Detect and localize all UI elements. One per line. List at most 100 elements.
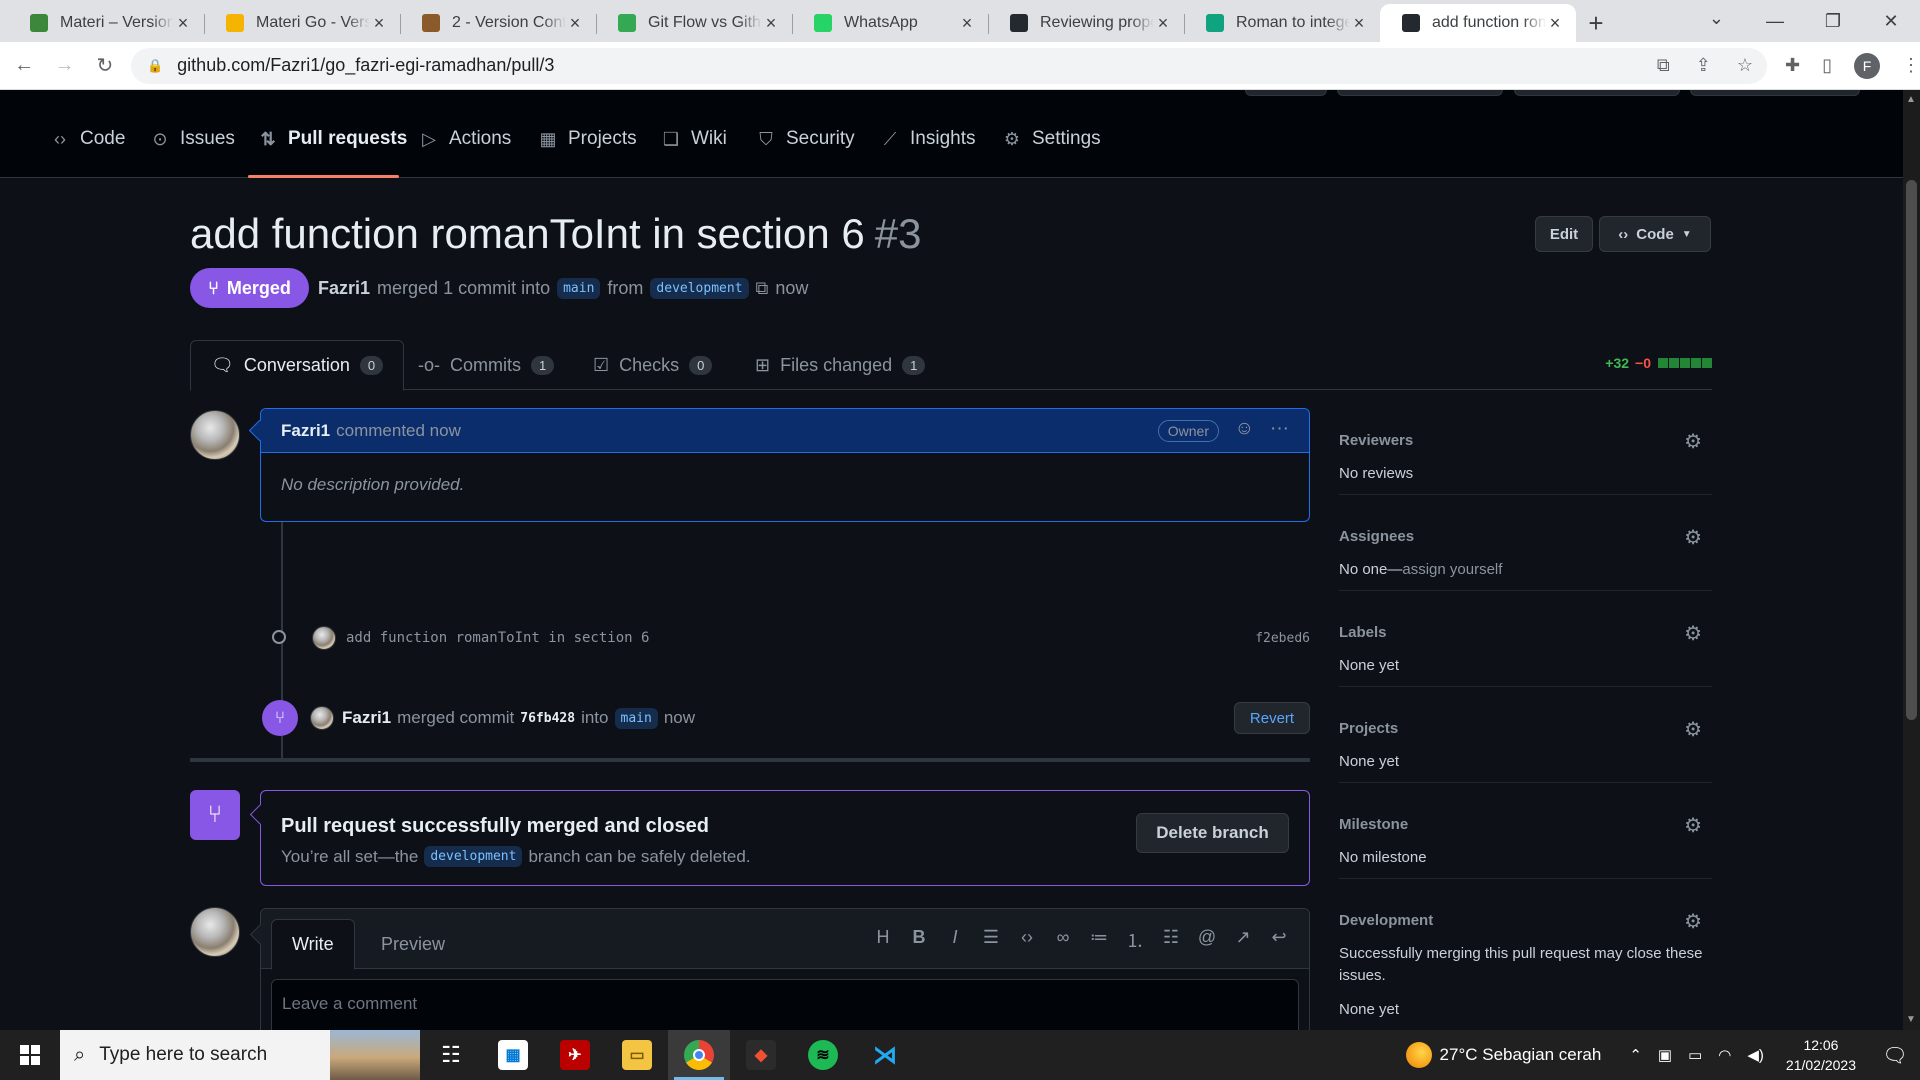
browser-tab[interactable]: 2 - Version Control× — [400, 4, 596, 42]
base-branch[interactable]: main — [614, 707, 658, 729]
nav-wiki[interactable]: ❑ Wiki — [661, 128, 727, 150]
cross-reference-icon[interactable]: ↗ — [1233, 927, 1253, 953]
task-list-icon[interactable]: ☷ — [1161, 927, 1181, 953]
gear-icon[interactable]: ⚙ — [1684, 525, 1702, 550]
minimize-button[interactable]: — — [1746, 0, 1804, 42]
avatar[interactable] — [310, 706, 334, 730]
file-explorer-icon[interactable]: ▭ — [606, 1030, 668, 1080]
tab-checks[interactable]: ☑ Checks 0 — [573, 340, 732, 390]
tab-commits[interactable]: -o- Commits 1 — [398, 340, 574, 390]
avatar[interactable] — [190, 410, 240, 460]
tab-conversation[interactable]: 🗨 Conversation 0 — [190, 340, 405, 391]
close-icon[interactable]: × — [1546, 13, 1564, 34]
gear-icon[interactable]: ⚙ — [1684, 429, 1702, 454]
browser-tab[interactable]: Git Flow vs Github× — [596, 4, 792, 42]
address-bar[interactable]: 🔒 github.com/Fazri1/go_fazri-egi-ramadha… — [130, 47, 1768, 84]
weather-widget[interactable]: 27°C Sebagian cerah — [1405, 1042, 1601, 1068]
browser-tab[interactable]: Materi – Version C× — [8, 4, 204, 42]
reply-icon[interactable]: ↩ — [1269, 927, 1289, 953]
nav-issues[interactable]: ⊙ Issues — [150, 128, 234, 150]
tab-write[interactable]: Write — [271, 919, 355, 970]
merge-commit-sha[interactable]: 76fb428 — [520, 711, 575, 726]
sidebar-label[interactable]: Projects — [1339, 720, 1712, 737]
device-icon[interactable]: ▣ — [1658, 1046, 1672, 1064]
browser-tab[interactable]: add function rom × — [1380, 4, 1576, 42]
head-branch[interactable]: development — [424, 846, 523, 867]
merge-author[interactable]: Fazri1 — [342, 708, 391, 728]
comment-author[interactable]: Fazri1 — [281, 421, 330, 441]
side-panel-icon[interactable]: ▯ — [1822, 55, 1832, 76]
bold-icon[interactable]: B — [909, 927, 929, 953]
head-branch[interactable]: development — [650, 278, 749, 299]
back-button[interactable]: ← — [8, 49, 40, 83]
italic-icon[interactable]: I — [945, 927, 965, 953]
gear-icon[interactable]: ⚙ — [1684, 813, 1702, 838]
clock[interactable]: 12:06 21/02/2023 — [1786, 1035, 1856, 1075]
tab-search-icon[interactable]: ⌄ — [1709, 8, 1724, 29]
menu-kebab-icon[interactable]: ⋮ — [1902, 55, 1920, 76]
share-icon[interactable]: ⇪ — [1696, 55, 1711, 76]
microsoft-store-icon[interactable]: ▦ — [482, 1030, 544, 1080]
battery-icon[interactable]: ▭ — [1688, 1046, 1702, 1064]
author-link[interactable]: Fazri1 — [318, 278, 370, 299]
browser-tab[interactable]: Materi Go - Version× — [204, 4, 400, 42]
vscode-icon[interactable]: ⋊ — [854, 1030, 916, 1080]
sidebar-label[interactable]: Development — [1339, 912, 1712, 929]
more-options-icon[interactable]: ··· — [1270, 418, 1289, 440]
scroll-up-icon[interactable]: ▲ — [1906, 94, 1916, 105]
link-icon[interactable]: ∞ — [1053, 927, 1073, 953]
sidebar-label[interactable]: Labels — [1339, 624, 1712, 641]
new-tab-button[interactable]: + — [1576, 4, 1616, 42]
bullet-list-icon[interactable]: ≔ — [1089, 927, 1109, 953]
browser-tab[interactable]: WhatsApp × — [792, 4, 988, 42]
close-icon[interactable]: × — [762, 13, 780, 34]
wifi-icon[interactable]: ◠ — [1718, 1046, 1731, 1064]
forward-button[interactable]: → — [48, 49, 80, 83]
restore-button[interactable]: ❐ — [1804, 0, 1862, 42]
chrome-icon[interactable] — [668, 1030, 730, 1080]
commit-sha[interactable]: f2ebed6 — [1255, 631, 1310, 646]
close-window-button[interactable]: ✕ — [1862, 0, 1920, 42]
bookmark-star-icon[interactable]: ☆ — [1737, 55, 1753, 76]
copy-icon[interactable]: ⧉ — [756, 278, 769, 299]
code-dropdown-button[interactable]: ‹› Code ▼ — [1599, 216, 1711, 252]
comment-textarea[interactable]: Leave a comment — [271, 979, 1299, 1030]
mention-icon[interactable]: @ — [1197, 927, 1217, 953]
avatar[interactable] — [190, 907, 240, 957]
extensions-icon[interactable]: ✚ — [1785, 55, 1800, 76]
scrollbar-thumb[interactable] — [1906, 180, 1917, 720]
chevron-up-icon[interactable]: ⌃ — [1629, 1046, 1642, 1064]
header-button-fragment[interactable] — [1514, 90, 1680, 96]
git-kraken-icon[interactable]: ◆ — [730, 1030, 792, 1080]
reload-button[interactable]: ↻ — [89, 49, 121, 83]
taskbar-search[interactable]: ⌕ Type here to search — [60, 1030, 420, 1080]
nav-code[interactable]: ‹› Code — [50, 128, 125, 150]
revert-button[interactable]: Revert — [1234, 702, 1310, 734]
nav-actions[interactable]: ▷ Actions — [419, 128, 511, 150]
nav-insights[interactable]: ⟋ Insights — [880, 128, 976, 150]
gear-icon[interactable]: ⚙ — [1684, 621, 1702, 646]
start-button[interactable] — [0, 1030, 60, 1080]
header-button-fragment[interactable] — [1245, 90, 1327, 96]
game-app-icon[interactable]: ✈ — [544, 1030, 606, 1080]
comment-timestamp[interactable]: commented now — [336, 421, 461, 441]
gear-icon[interactable]: ⚙ — [1684, 717, 1702, 742]
sidebar-label[interactable]: Assignees — [1339, 528, 1712, 545]
commit-message[interactable]: add function romanToInt in section 6 — [346, 630, 649, 646]
volume-icon[interactable]: ◀) — [1747, 1046, 1764, 1064]
close-icon[interactable]: × — [1350, 13, 1368, 34]
close-icon[interactable]: × — [174, 13, 192, 34]
notifications-icon[interactable]: 🗨 — [1870, 1043, 1920, 1068]
nav-settings[interactable]: ⚙ Settings — [1002, 128, 1101, 150]
close-icon[interactable]: × — [1154, 13, 1172, 34]
edit-title-button[interactable]: Edit — [1535, 216, 1593, 252]
nav-pull-requests[interactable]: ⇅ Pull requests — [258, 128, 407, 150]
browser-tab[interactable]: Reviewing propos× — [988, 4, 1184, 42]
nav-security[interactable]: ⛉ Security — [756, 128, 854, 150]
sidebar-label[interactable]: Reviewers — [1339, 432, 1712, 449]
numbered-list-icon[interactable]: ⒈ — [1125, 927, 1145, 953]
header-button-fragment[interactable] — [1690, 90, 1860, 96]
browser-tab[interactable]: Roman to integer × — [1184, 4, 1380, 42]
code-icon[interactable]: ‹› — [1017, 927, 1037, 953]
avatar[interactable] — [312, 626, 336, 650]
